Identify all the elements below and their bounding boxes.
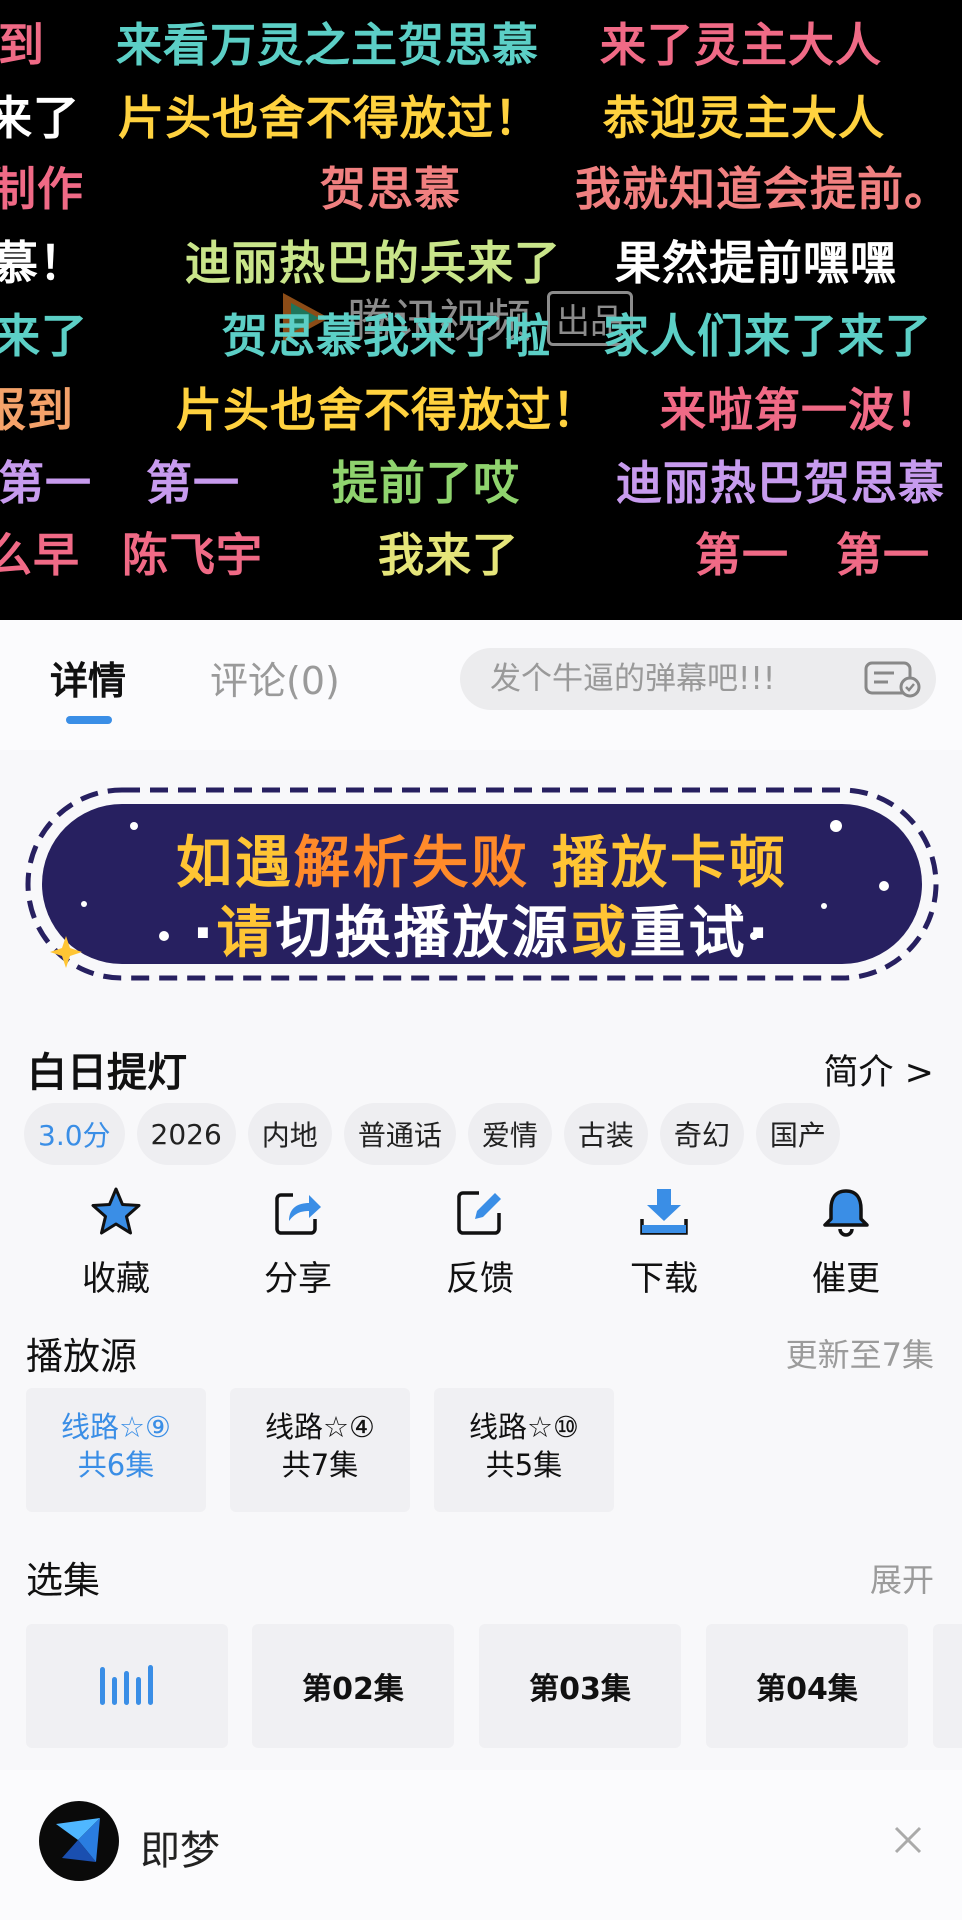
feedback-button[interactable]: 反馈 — [410, 1185, 550, 1300]
banner-text: 播放卡顿 — [552, 831, 788, 896]
episode-item[interactable]: 第04集 — [706, 1624, 908, 1748]
action-label: 分享 — [264, 1259, 332, 1299]
danmaku-item: 制作 — [0, 162, 84, 216]
danmaku-item: 提前了哎 — [332, 456, 520, 510]
banner-line-2: ·请切换播放源或重试· — [192, 901, 772, 966]
danmaku-item: 贺思慕 — [320, 162, 461, 216]
source-section-title: 播放源 — [26, 1335, 137, 1378]
episode-section-title: 选集 — [26, 1559, 100, 1602]
genre-tag: 奇幻 — [659, 1103, 744, 1165]
banner-text-highlight: 或 — [570, 901, 630, 966]
banner-text: 切换播放源 — [275, 901, 571, 966]
danmaku-item: 我来了 — [378, 528, 519, 582]
genre-tag: 爱情 — [467, 1103, 552, 1165]
danmaku-item: 果然提前嘿嘿 — [615, 236, 897, 290]
danmaku-input[interactable] — [490, 648, 870, 710]
source-episode-count: 共5集 — [485, 1448, 563, 1482]
danmaku-item: 报到 — [0, 383, 74, 437]
source-option[interactable]: 线路☆④ 共7集 — [230, 1388, 410, 1512]
action-bar: 收藏 分享 反馈 下载 催更 — [0, 1185, 962, 1299]
ad-app-name: 即梦 — [140, 1828, 220, 1874]
detail-tab-bar: 详情 评论(0) — [0, 620, 962, 750]
danmaku-item: 来了 — [0, 309, 88, 363]
region-tag: 内地 — [247, 1103, 332, 1165]
update-status: 更新至7集 — [785, 1336, 934, 1374]
download-button[interactable]: 下载 — [594, 1185, 734, 1300]
request-update-button[interactable]: 催更 — [776, 1185, 916, 1300]
episode-current[interactable] — [26, 1624, 228, 1748]
danmaku-item: 么早 — [0, 528, 80, 582]
danmaku-item: 来了灵主大人 — [600, 18, 882, 72]
danmaku-item: 家人们来了来了 — [603, 309, 932, 363]
danmaku-item: 片头也舍不得放过！ — [176, 383, 599, 437]
danmaku-item: 第一 — [836, 528, 930, 582]
danmaku-item: 迪丽热巴的兵来了 — [185, 236, 561, 290]
episode-item[interactable]: 第02集 — [252, 1624, 454, 1748]
source-name: 线路☆⑨ — [61, 1410, 171, 1444]
playback-tip-banner[interactable]: 如遇解析失败 播放卡顿 ·请切换播放源或重试· — [24, 786, 940, 982]
danmaku-item: 第一 — [0, 456, 92, 510]
expand-episodes-button[interactable]: 展开 — [870, 1555, 934, 1601]
tag-list: 3.0分 2026 内地 普通话 爱情 古装 奇幻 国产 — [24, 1103, 840, 1165]
source-episode-count: 共7集 — [281, 1448, 359, 1482]
bell-icon — [823, 1189, 869, 1237]
download-icon — [640, 1189, 688, 1235]
close-icon[interactable] — [888, 1820, 928, 1860]
danmaku-item: 到 — [0, 18, 45, 72]
danmaku-item: 来了 — [0, 91, 80, 145]
source-name: 线路☆⑩ — [469, 1410, 579, 1444]
danmaku-item: 第一 — [146, 456, 240, 510]
share-icon — [275, 1193, 321, 1235]
danmaku-item: 慕！ — [0, 236, 86, 290]
origin-tag: 国产 — [755, 1103, 840, 1165]
banner-text-highlight: 请 — [216, 901, 276, 966]
banner-line-1: 如遇解析失败 播放卡顿 — [24, 818, 940, 899]
danmaku-input-box[interactable] — [460, 648, 936, 710]
video-player[interactable]: 到 来看万灵之主贺思慕 来了灵主大人 来了 片头也舍不得放过！ 恭迎灵主大人 制… — [0, 0, 962, 620]
danmaku-item: 我就知道会提前。 — [575, 162, 951, 216]
banner-text: 重试 — [629, 901, 748, 966]
danmaku-item: 片头也舍不得放过！ — [118, 91, 541, 145]
action-label: 催更 — [812, 1259, 880, 1299]
tab-comment[interactable]: 评论(0) — [210, 650, 340, 705]
danmaku-item: 贺思慕我来了啦 — [222, 309, 551, 363]
danmaku-item: 来啦第一波！ — [660, 383, 942, 437]
danmaku-item: 第一 — [695, 528, 789, 582]
banner-text-highlight: 解析失败 — [294, 831, 530, 896]
edit-icon — [457, 1191, 501, 1235]
intro-link[interactable]: 简介 > — [824, 1044, 934, 1095]
share-button[interactable]: 分享 — [228, 1185, 368, 1300]
episode-item[interactable]: 第03集 — [479, 1624, 681, 1748]
source-option[interactable]: 线路☆⑩ 共5集 — [434, 1388, 614, 1512]
action-label: 下载 — [630, 1259, 698, 1299]
source-episode-count: 共6集 — [77, 1448, 155, 1482]
danmaku-item: 陈飞宇 — [122, 528, 263, 582]
source-name: 线路☆④ — [265, 1410, 375, 1444]
favorite-button[interactable]: 收藏 — [46, 1185, 186, 1300]
action-label: 反馈 — [446, 1259, 514, 1299]
star-icon — [91, 1187, 141, 1235]
episode-item-partial[interactable] — [933, 1624, 962, 1748]
playing-bars-icon — [100, 1665, 153, 1705]
tab-detail[interactable]: 详情 — [50, 650, 126, 705]
show-title: 白日提灯 — [27, 1050, 187, 1096]
danmaku-settings-icon[interactable] — [864, 660, 922, 698]
danmaku-item: 来看万灵之主贺思慕 — [116, 18, 539, 72]
language-tag: 普通话 — [343, 1103, 456, 1165]
year-tag: 2026 — [136, 1103, 236, 1165]
action-label: 收藏 — [82, 1259, 150, 1299]
score-tag: 3.0分 — [24, 1103, 125, 1165]
jimeng-app-logo-icon — [39, 1801, 119, 1881]
active-tab-indicator — [66, 716, 112, 724]
banner-text: 如遇 — [176, 831, 294, 896]
genre-tag: 古装 — [563, 1103, 648, 1165]
bottom-ad-bar[interactable]: 即梦 — [0, 1770, 962, 1920]
source-option[interactable]: 线路☆⑨ 共6集 — [26, 1388, 206, 1512]
danmaku-item: 迪丽热巴贺思慕 — [616, 456, 945, 510]
danmaku-item: 恭迎灵主大人 — [603, 91, 885, 145]
